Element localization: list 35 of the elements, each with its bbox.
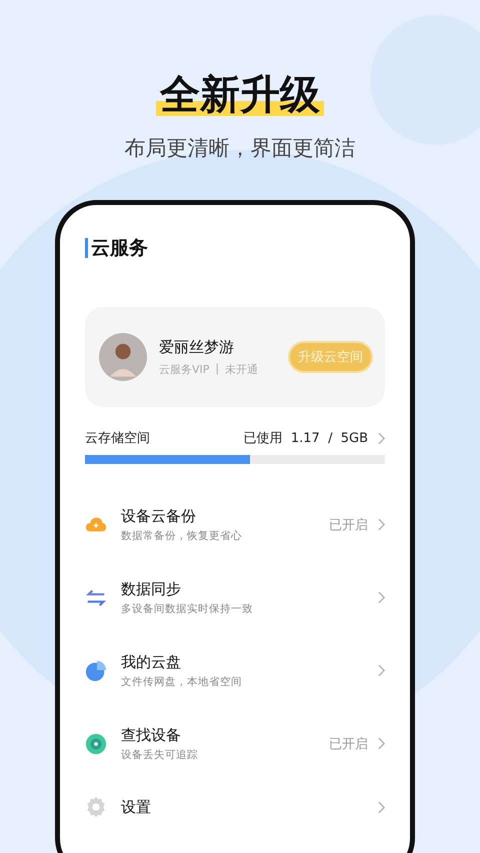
menu-item[interactable]: 设置 (85, 780, 385, 834)
avatar-icon (99, 333, 147, 381)
menu-item[interactable]: 设备云备份 数据常备份，恢复更省心 已开启 (85, 488, 385, 561)
menu-item-title: 设备云备份 (121, 506, 197, 526)
user-name: 爱丽丝梦游 (159, 338, 235, 356)
chevron-right-icon (378, 664, 385, 677)
menu-item-title: 数据同步 (121, 580, 182, 598)
menu-item[interactable]: 数据同步 多设备间数据实时保持一致 (85, 561, 385, 634)
chevron-right-icon (378, 737, 385, 750)
storage-label: 云存储空间 (85, 430, 151, 447)
screen-title: 云服务 (91, 236, 148, 261)
pie-chart-icon (85, 660, 107, 682)
title-accent-bar (85, 238, 88, 258)
menu-item-title: 设置 (121, 798, 152, 816)
subtitle: 布局更清晰，界面更简洁 (124, 135, 356, 162)
menu-item-description: 设备丢失可追踪 (121, 748, 199, 762)
separator: | (215, 362, 220, 376)
status-label: 已开启 (329, 516, 368, 534)
storage-usage: 已使用 1.17 / 5GB (244, 430, 368, 447)
menu-item-title: 我的云盘 (121, 652, 182, 672)
chevron-right-icon[interactable] (378, 432, 385, 444)
menu-item-description: 文件传网盘，本地省空间 (121, 674, 243, 688)
menu-item-title: 查找设备 (121, 726, 182, 744)
menu-item-description: 多设备间数据实时保持一致 (121, 602, 254, 616)
target-icon (85, 732, 107, 754)
membership-status: 未开通 (225, 362, 258, 376)
menu-item[interactable]: 查找设备 设备丢失可追踪 已开启 (85, 707, 385, 780)
menu-item[interactable]: 我的云盘 文件传网盘，本地省空间 (85, 634, 385, 707)
chevron-right-icon (378, 800, 385, 814)
menu-item-description: 数据常备份，恢复更省心 (121, 528, 243, 542)
status-label: 已开启 (329, 736, 368, 752)
settings-icon (85, 796, 107, 818)
chevron-right-icon (378, 591, 385, 604)
chevron-right-icon (378, 518, 385, 531)
membership-label: 云服务VIP (159, 362, 210, 376)
